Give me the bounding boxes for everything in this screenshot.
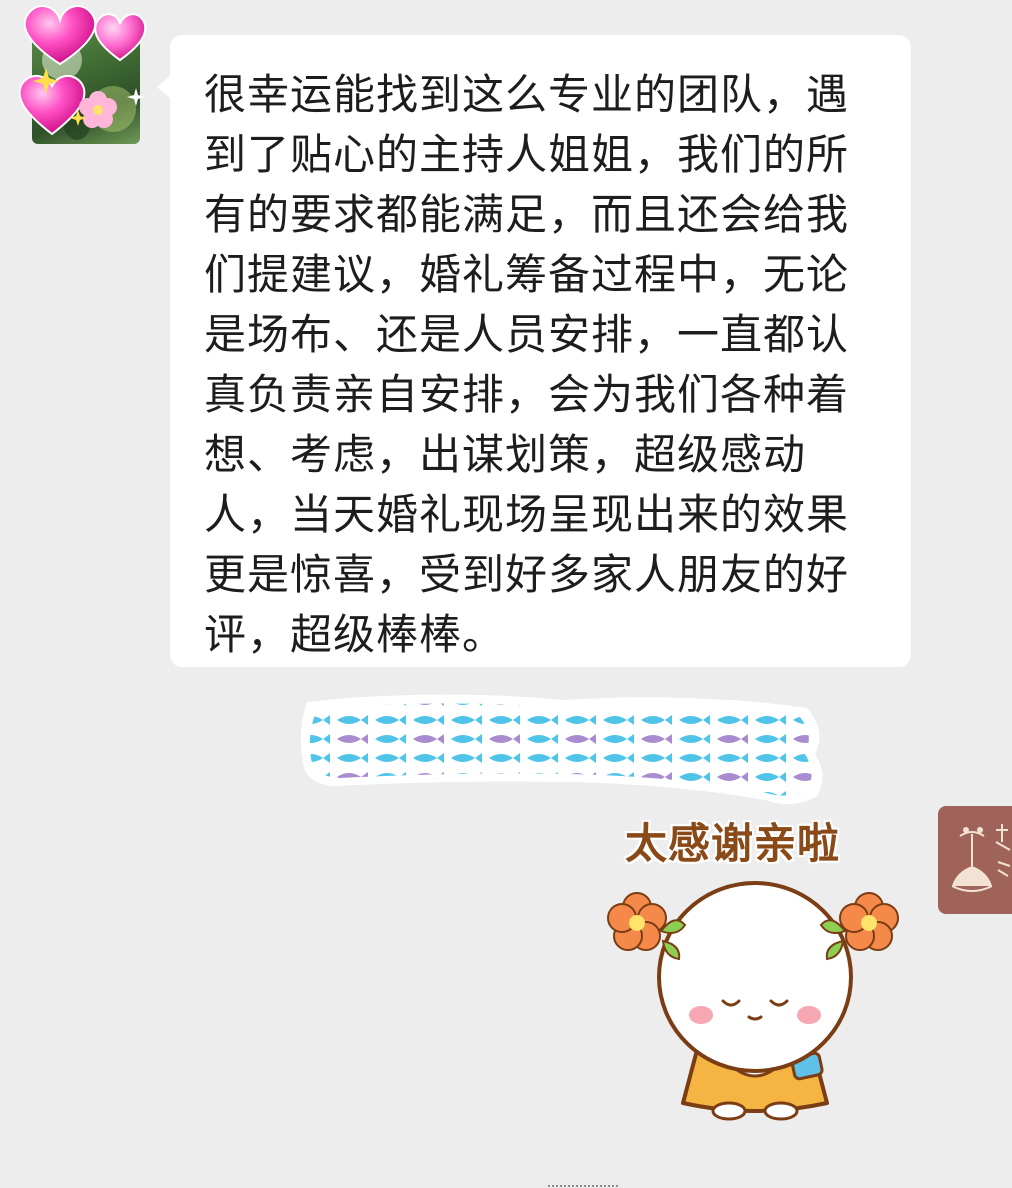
message-text: 很幸运能找到这么专业的团队，遇到了贴心的主持人姐姐，我们的所有的要求都能满足，而… [204,70,850,659]
heart-sparkle-icon [18,5,147,136]
sender-avatar[interactable] [12,2,148,146]
chat-conversation: 很幸运能找到这么专业的团队，遇到了贴心的主持人姐姐，我们的所有的要求都能满足，而… [0,0,1012,1188]
floral-brand-logo-icon [951,824,1011,892]
incoming-message-bubble[interactable]: 很幸运能找到这么专业的团队，遇到了贴心的主持人姐姐，我们的所有的要求都能满足，而… [157,35,911,667]
cut-off-timestamp [548,1180,618,1188]
thank-you-sticker[interactable]: 太感谢亲啦 [295,692,905,1132]
sticker-caption: 太感谢亲啦 [625,819,841,868]
floating-brand-tab[interactable] [938,806,1012,914]
fish-pattern-banner [300,694,823,805]
bowing-mascot-icon [607,881,899,1121]
